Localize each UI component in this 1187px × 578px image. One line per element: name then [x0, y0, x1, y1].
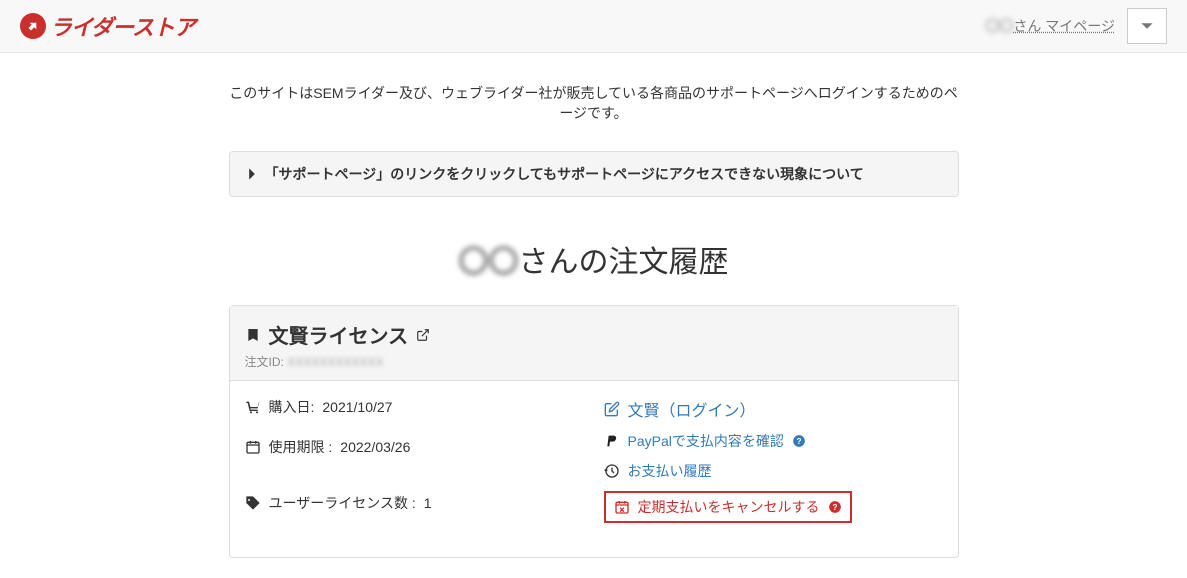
logo-arrow-icon	[20, 13, 46, 39]
paypal-link-row: PayPalで支払内容を確認 ?	[604, 431, 943, 451]
caret-down-icon	[1140, 19, 1154, 33]
order-details-left: 購入日: 2021/10/27 使用期限 : 2022/03/26 ユーザーライ…	[245, 397, 584, 533]
user-menu: 〇〇さん マイページ	[973, 8, 1167, 44]
tag-icon	[245, 495, 261, 511]
order-panel: 文賢ライセンス 注文ID: XXXXXXXXXXXX 購入日: 2021/10/…	[229, 305, 959, 558]
expiry-date-row: 使用期限 : 2022/03/26	[245, 437, 584, 457]
intro-text: このサイトはSEMライダー及び、ウェブライダー社が販売している各商品のサポートペ…	[229, 83, 959, 123]
order-header: 文賢ライセンス 注文ID: XXXXXXXXXXXX	[230, 306, 958, 381]
logo-text: ライダーストア	[50, 10, 195, 42]
login-link-row: 文賢（ログイン）	[604, 397, 943, 421]
order-actions-right: 文賢（ログイン） PayPalで支払内容を確認 ? お支払い履歴	[604, 397, 943, 533]
paypal-link[interactable]: PayPalで支払内容を確認	[628, 431, 784, 451]
svg-text:?: ?	[796, 437, 801, 446]
calendar-x-icon	[614, 499, 630, 515]
cart-icon	[245, 399, 261, 415]
external-link-icon[interactable]	[416, 328, 430, 342]
notice-accordion[interactable]: 「サポートページ」のリンクをクリックしてもサポートページにアクセスできない現象に…	[229, 151, 959, 197]
order-title: 文賢ライセンス	[245, 320, 943, 349]
help-icon[interactable]: ?	[828, 500, 842, 514]
user-name: 〇〇	[985, 16, 1013, 36]
login-link[interactable]: 文賢（ログイン）	[628, 397, 756, 421]
edit-icon	[604, 401, 620, 417]
user-dropdown-toggle[interactable]	[1127, 8, 1167, 44]
payment-history-link[interactable]: お支払い履歴	[628, 461, 712, 481]
cancel-subscription-link[interactable]: 定期支払いをキャンセルする	[638, 497, 820, 517]
mypage-link[interactable]: 〇〇さん マイページ	[973, 8, 1127, 44]
calendar-icon	[245, 439, 261, 455]
logo[interactable]: ライダーストア	[20, 10, 195, 42]
notice-text: 「サポートページ」のリンクをクリックしてもサポートページにアクセスできない現象に…	[265, 164, 864, 184]
paypal-icon	[604, 433, 620, 449]
order-id: 注文ID: XXXXXXXXXXXX	[245, 353, 943, 370]
svg-text:?: ?	[832, 503, 837, 512]
main-container: このサイトはSEMライダー及び、ウェブライダー社が販売している各商品のサポートペ…	[214, 83, 974, 558]
help-icon[interactable]: ?	[792, 434, 806, 448]
navbar: ライダーストア 〇〇さん マイページ	[0, 0, 1187, 53]
caret-right-icon	[245, 167, 259, 181]
order-body: 購入日: 2021/10/27 使用期限 : 2022/03/26 ユーザーライ…	[230, 381, 958, 557]
page-title: 〇〇さんの注文履歴	[229, 237, 959, 281]
payment-history-row: お支払い履歴	[604, 461, 943, 481]
bookmark-icon	[245, 327, 261, 343]
cancel-subscription-row: 定期支払いをキャンセルする ?	[604, 491, 852, 523]
license-count-row: ユーザーライセンス数 : 1	[245, 493, 584, 513]
history-icon	[604, 463, 620, 479]
purchase-date-row: 購入日: 2021/10/27	[245, 397, 584, 417]
